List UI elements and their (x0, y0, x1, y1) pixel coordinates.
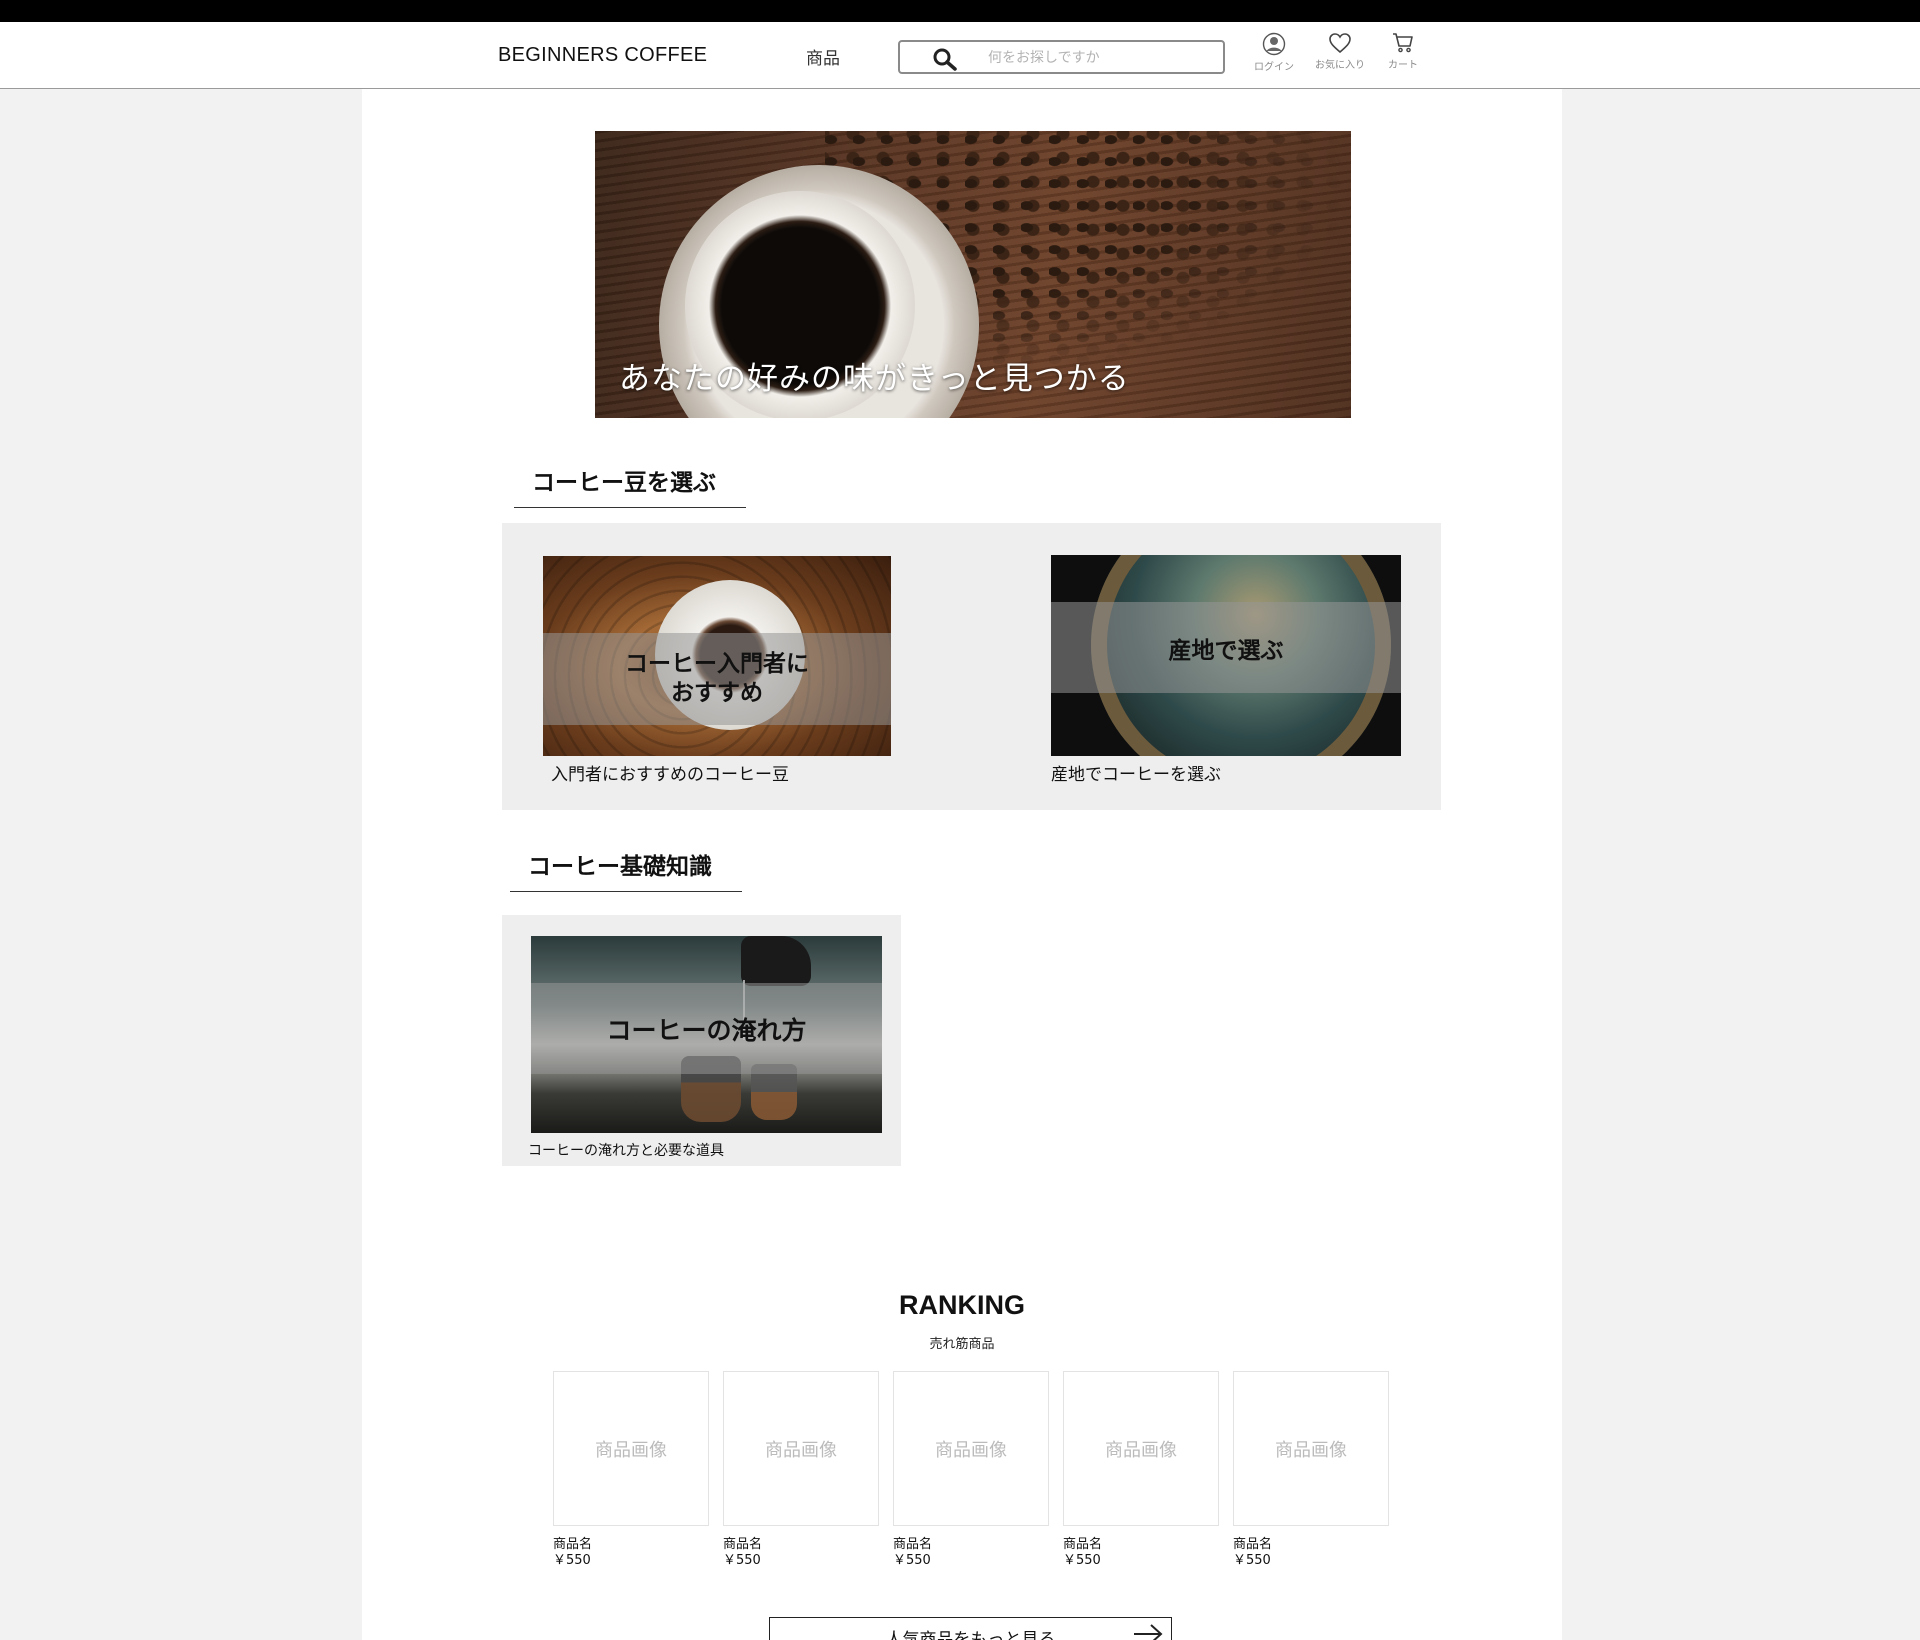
product-name[interactable]: 商品名 (553, 1536, 709, 1553)
top-bar (0, 0, 1920, 22)
cart-icon (1393, 33, 1413, 53)
product-name[interactable]: 商品名 (1063, 1536, 1219, 1553)
product-image-placeholder[interactable]: 商品画像 (723, 1371, 879, 1526)
nav-products-link[interactable]: 商品 (806, 44, 840, 69)
cart-button[interactable]: カート (1373, 32, 1433, 71)
basics-section-panel: コーヒーの淹れ方 コーヒーの淹れ方と必要な道具 (502, 915, 901, 1166)
beans-section-title: コーヒー豆を選ぶ (514, 463, 746, 508)
ranking-subtitle: 売れ筋商品 (929, 1337, 995, 1352)
brewing-card-overlay: コーヒーの淹れ方 (531, 983, 882, 1074)
product-image-placeholder[interactable]: 商品画像 (1233, 1371, 1389, 1526)
beginner-card-image: コーヒー入門者に おすすめ (543, 556, 891, 756)
product-name[interactable]: 商品名 (1233, 1536, 1389, 1553)
login-label: ログイン (1254, 62, 1294, 73)
site-header: BEGINNERS COFFEE 商品 ログイン お気に入り カート (0, 22, 1920, 89)
product-price: ￥550 (893, 1553, 931, 1568)
product-price: ￥550 (553, 1553, 591, 1568)
product-image-placeholder[interactable]: 商品画像 (553, 1371, 709, 1526)
beans-section-panel: コーヒー入門者に おすすめ 入門者におすすめのコーヒー豆 産地で選ぶ 産地でコー… (502, 523, 1441, 810)
favorites-label: お気に入り (1315, 60, 1365, 71)
origin-card-overlay: 産地で選ぶ (1051, 602, 1401, 693)
cart-label: カート (1388, 60, 1418, 71)
hero-caption: あなたの好みの味がきっと見つかる (619, 361, 1130, 397)
more-popular-products-button[interactable]: 人気商品をもっと見る (769, 1617, 1172, 1640)
brewing-card-image: コーヒーの淹れ方 (531, 936, 882, 1133)
product-image-placeholder[interactable]: 商品画像 (1063, 1371, 1219, 1526)
product-card-3[interactable]: 商品画像 商品名 ￥550 (893, 1371, 1049, 1569)
basics-section-title: コーヒー基礎知識 (510, 847, 742, 892)
product-name[interactable]: 商品名 (893, 1536, 1049, 1553)
origin-card-image: 産地で選ぶ (1051, 555, 1401, 756)
hero-banner[interactable]: あなたの好みの味がきっと見つかる (595, 131, 1351, 418)
more-button-label: 人気商品をもっと見る (885, 1630, 1056, 1640)
product-card-2[interactable]: 商品画像 商品名 ￥550 (723, 1371, 879, 1569)
ranking-title: RANKING (899, 1290, 1025, 1320)
beginner-overlay-line1: コーヒー入門者に (625, 651, 809, 677)
origin-card-caption[interactable]: 産地でコーヒーを選ぶ (1051, 760, 1221, 785)
brewing-card-caption[interactable]: コーヒーの淹れ方と必要な道具 (528, 1140, 724, 1160)
login-button[interactable]: ログイン (1244, 32, 1304, 73)
product-card-5[interactable]: 商品画像 商品名 ￥550 (1233, 1371, 1389, 1569)
search-input[interactable] (988, 47, 1208, 69)
beginner-card-overlay: コーヒー入門者に おすすめ (543, 633, 891, 725)
product-price: ￥550 (1233, 1553, 1271, 1568)
product-price: ￥550 (1063, 1553, 1101, 1568)
product-card-1[interactable]: 商品画像 商品名 ￥550 (553, 1371, 709, 1569)
heart-icon (1329, 33, 1351, 54)
product-price: ￥550 (723, 1553, 761, 1568)
product-card-4[interactable]: 商品画像 商品名 ￥550 (1063, 1371, 1219, 1569)
arrow-right-icon (1134, 1624, 1163, 1640)
favorites-button[interactable]: お気に入り (1310, 32, 1370, 71)
main-content: あなたの好みの味がきっと見つかる コーヒー豆を選ぶ コーヒー入門者に おすすめ … (362, 89, 1562, 1640)
product-image-placeholder[interactable]: 商品画像 (893, 1371, 1049, 1526)
brand-logo[interactable]: BEGINNERS COFFEE (498, 44, 707, 67)
beginner-overlay-line2: おすすめ (671, 680, 763, 706)
search-icon[interactable] (932, 47, 958, 71)
product-name[interactable]: 商品名 (723, 1536, 879, 1553)
search-box[interactable] (898, 40, 1225, 74)
user-icon (1262, 32, 1286, 56)
beginner-card-caption[interactable]: 入門者におすすめのコーヒー豆 (551, 760, 789, 785)
